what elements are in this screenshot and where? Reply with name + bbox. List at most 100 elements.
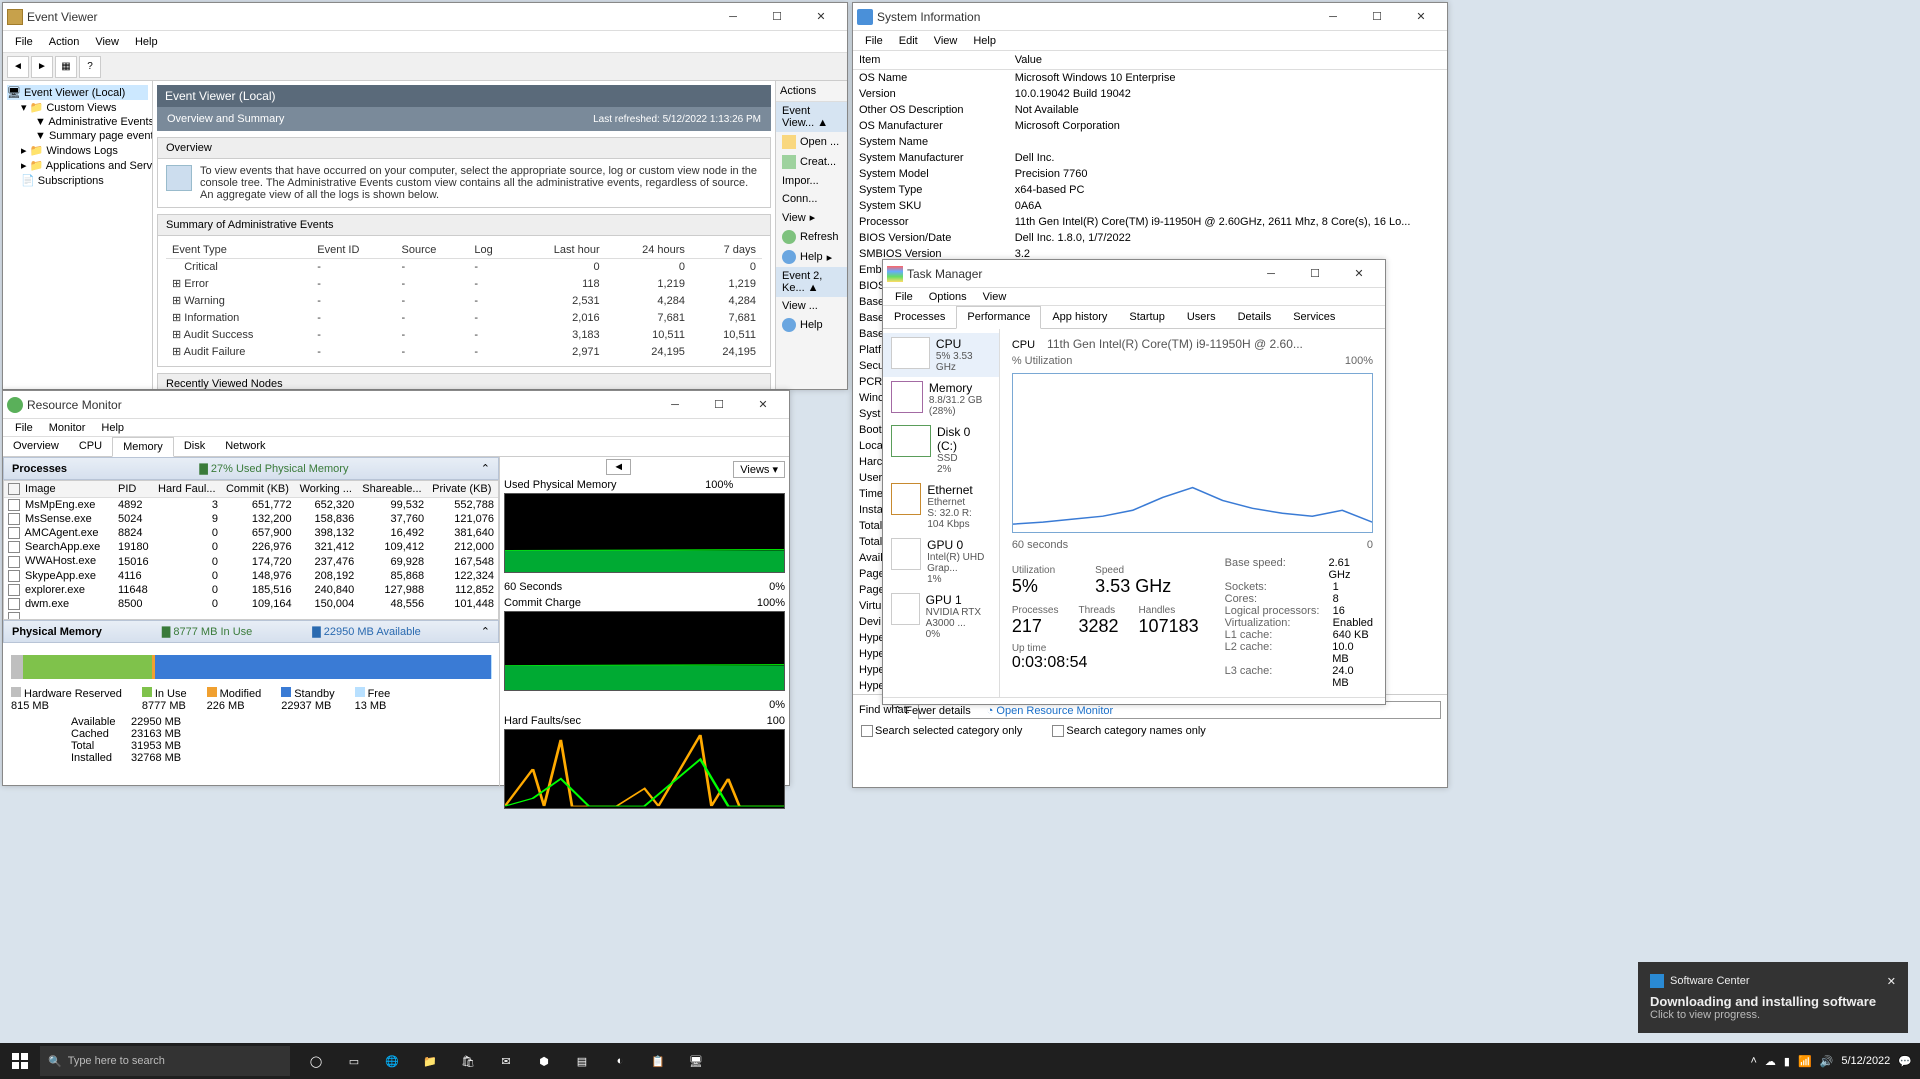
event-viewer-tree[interactable]: 🖥 Event Viewer (Local) ▾ 📁 Custom Views …: [3, 81, 153, 389]
tab-performance[interactable]: Performance: [956, 306, 1041, 329]
collapse-icon[interactable]: ⌃: [481, 462, 490, 475]
forward-icon[interactable]: ►: [31, 56, 53, 78]
minimize-button[interactable]: ─: [653, 391, 697, 419]
minimize-button[interactable]: ─: [1311, 3, 1355, 31]
menu-help[interactable]: Help: [965, 33, 1004, 49]
menu-file[interactable]: File: [887, 289, 921, 305]
taskmgr-sidebar[interactable]: CPU5% 3.53 GHzMemory8.8/31.2 GB (28%)Dis…: [883, 329, 1000, 697]
summary-header[interactable]: Summary of Administrative Events: [158, 215, 770, 236]
action-refresh[interactable]: Refresh: [776, 227, 847, 247]
menu-file[interactable]: File: [857, 33, 891, 49]
close-button[interactable]: ✕: [741, 391, 785, 419]
action-view2[interactable]: View ...: [776, 297, 847, 315]
sysinfo-titlebar[interactable]: System Information ─ ☐ ✕: [853, 3, 1447, 31]
start-button[interactable]: [0, 1043, 40, 1079]
action-create[interactable]: Creat...: [776, 152, 847, 172]
back-icon[interactable]: ◄: [7, 56, 29, 78]
table-row[interactable]: MsMpEng.exe48923651,772652,32099,532552,…: [4, 498, 498, 513]
table-row[interactable]: System Name: [853, 134, 1447, 150]
action-connect[interactable]: Conn...: [776, 190, 847, 208]
notification-toast[interactable]: Software Center✕ Downloading and install…: [1638, 962, 1908, 1033]
taskbar[interactable]: 🔍Type here to search ◯ ▭ 🌐 📁 🛍 ✉ ⬢ ▤ ◐ 📋…: [0, 1043, 1920, 1079]
maximize-button[interactable]: ☐: [1355, 3, 1399, 31]
props-icon[interactable]: ▦: [55, 56, 77, 78]
menu-view[interactable]: View: [975, 289, 1015, 305]
tree-app-services[interactable]: ▸ 📁 Applications and Services Lo: [7, 158, 148, 173]
tab-users[interactable]: Users: [1176, 306, 1227, 328]
close-button[interactable]: ✕: [799, 3, 843, 31]
table-row[interactable]: ⊞ Error---1181,2191,219: [166, 275, 762, 292]
system-tray[interactable]: ˄ ☁ ▮ 📶 🔊 5/12/2022 💬: [1742, 1055, 1920, 1068]
store-icon[interactable]: 🛍: [450, 1043, 486, 1079]
tree-admin-events[interactable]: ▼ Administrative Events: [7, 115, 148, 129]
taskmgr-titlebar[interactable]: Task Manager ─ ☐ ✕: [883, 260, 1385, 288]
table-row[interactable]: ⊞ Warning---2,5314,2844,284: [166, 292, 762, 309]
tab-app-history[interactable]: App history: [1041, 306, 1118, 328]
menu-help[interactable]: Help: [127, 34, 166, 50]
tray-cloud-icon[interactable]: ☁: [1765, 1055, 1776, 1068]
views-button[interactable]: Views ▾: [733, 461, 785, 478]
tree-subscriptions[interactable]: 📄 Subscriptions: [7, 173, 148, 188]
table-row[interactable]: Processor11th Gen Intel(R) Core(TM) i9-1…: [853, 214, 1447, 230]
menu-options[interactable]: Options: [921, 289, 975, 305]
menu-file[interactable]: File: [7, 34, 41, 50]
taskview-icon[interactable]: ◯: [298, 1043, 334, 1079]
tree-summary-events[interactable]: ▼ Summary page events: [7, 129, 148, 143]
overview-header[interactable]: Overview: [158, 138, 770, 159]
tray-network-icon[interactable]: 📶: [1798, 1055, 1812, 1068]
maximize-button[interactable]: ☐: [1293, 260, 1337, 288]
maximize-button[interactable]: ☐: [755, 3, 799, 31]
menu-file[interactable]: File: [7, 420, 41, 436]
menu-view[interactable]: View: [87, 34, 127, 50]
menu-view[interactable]: View: [926, 33, 966, 49]
table-row[interactable]: System ModelPrecision 7760: [853, 166, 1447, 182]
tray-date[interactable]: 5/12/2022: [1841, 1055, 1890, 1067]
fewer-details-button[interactable]: ⌃ Fewer details: [893, 704, 971, 717]
cortana-icon[interactable]: ▭: [336, 1043, 372, 1079]
perf-card-gpu-0[interactable]: GPU 0Intel(R) UHD Grap...1%: [883, 534, 999, 589]
app-icon-4[interactable]: 📋: [640, 1043, 676, 1079]
table-row[interactable]: explorer.exe116480185,516240,840127,9881…: [4, 583, 498, 597]
perf-card-disk-0-c-[interactable]: Disk 0 (C:)SSD2%: [883, 421, 999, 479]
perf-card-gpu-1[interactable]: GPU 1NVIDIA RTX A3000 ...0%: [883, 589, 999, 644]
action-open[interactable]: Open ...: [776, 132, 847, 152]
search-cat-only[interactable]: Search selected category only: [861, 725, 1022, 737]
perf-card-memory[interactable]: Memory8.8/31.2 GB (28%): [883, 377, 999, 421]
action-view[interactable]: View ▸: [776, 208, 847, 227]
mail-icon[interactable]: ✉: [488, 1043, 524, 1079]
app-icon-1[interactable]: ⬢: [526, 1043, 562, 1079]
app-icon-2[interactable]: ▤: [564, 1043, 600, 1079]
help-icon[interactable]: ?: [79, 56, 101, 78]
recent-header[interactable]: Recently Viewed Nodes: [158, 374, 770, 389]
event-viewer-titlebar[interactable]: Event Viewer ─ ☐ ✕: [3, 3, 847, 31]
search-box[interactable]: 🔍Type here to search: [40, 1046, 290, 1076]
tab-cpu[interactable]: CPU: [69, 437, 112, 456]
tab-details[interactable]: Details: [1227, 306, 1283, 328]
tab-memory[interactable]: Memory: [112, 437, 174, 457]
table-row[interactable]: Dell.D3.WinSvc.exe85440129,132165,04470,…: [4, 611, 498, 620]
app-icon-3[interactable]: ◐: [602, 1043, 638, 1079]
open-resmon-link[interactable]: ◔ Open Resource Monitor: [987, 705, 1113, 717]
table-row[interactable]: SkypeApp.exe41160148,976208,19285,868122…: [4, 569, 498, 583]
processes-table[interactable]: ImagePIDHard Faul...Commit (KB)Working .…: [4, 481, 498, 620]
table-row[interactable]: System SKU0A6A: [853, 198, 1447, 214]
menu-action[interactable]: Action: [41, 34, 88, 50]
toast-close-icon[interactable]: ✕: [1887, 975, 1896, 988]
tray-battery-icon[interactable]: ▮: [1784, 1055, 1790, 1068]
table-row[interactable]: MsSense.exe50249132,200158,83637,760121,…: [4, 512, 498, 526]
explorer-icon[interactable]: 📁: [412, 1043, 448, 1079]
collapse-icon[interactable]: ⌃: [481, 625, 490, 638]
tab-services[interactable]: Services: [1282, 306, 1346, 328]
table-row[interactable]: BIOS Version/DateDell Inc. 1.8.0, 1/7/20…: [853, 230, 1447, 246]
table-row[interactable]: System Typex64-based PC: [853, 182, 1447, 198]
tree-windows-logs[interactable]: ▸ 📁 Windows Logs: [7, 143, 148, 158]
tab-network[interactable]: Network: [215, 437, 275, 456]
table-row[interactable]: ⊞ Information---2,0167,6817,681: [166, 309, 762, 326]
action-help[interactable]: Help ▸: [776, 247, 847, 267]
table-row[interactable]: Critical---000: [166, 259, 762, 276]
table-row[interactable]: Other OS DescriptionNot Available: [853, 102, 1447, 118]
tray-notifications-icon[interactable]: 💬: [1898, 1055, 1912, 1068]
table-row[interactable]: AMCAgent.exe88240657,900398,13216,492381…: [4, 526, 498, 540]
tray-volume-icon[interactable]: 🔊: [1820, 1055, 1834, 1068]
tray-chevron-icon[interactable]: ˄: [1750, 1055, 1756, 1067]
